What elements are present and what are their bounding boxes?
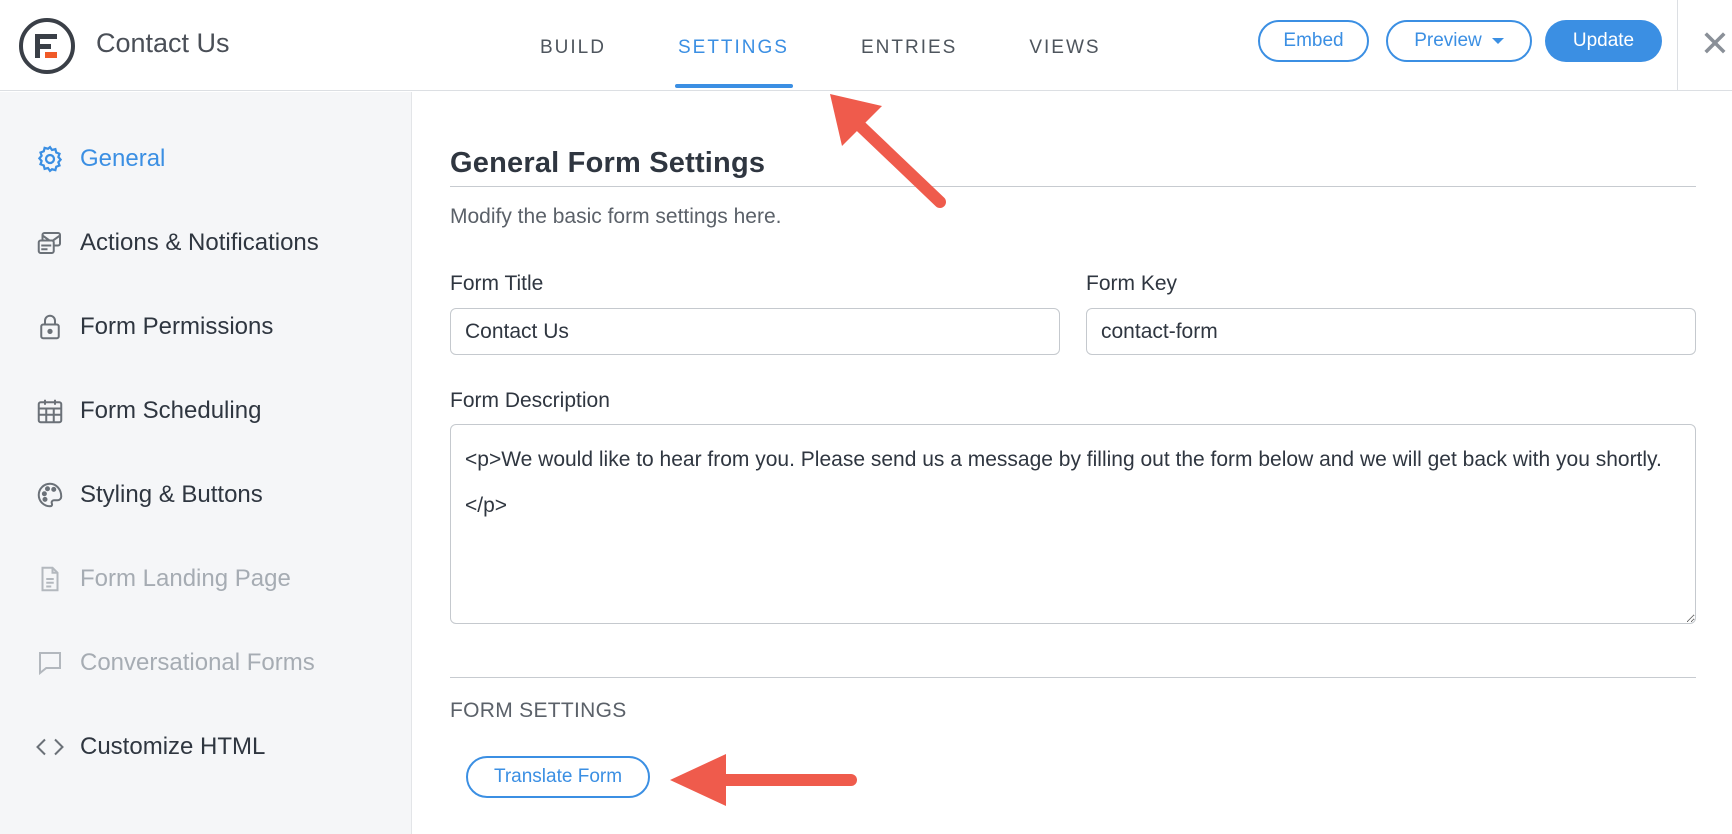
title-divider (450, 186, 1696, 187)
chat-bubble-icon (34, 647, 66, 679)
lock-icon (34, 311, 66, 343)
page-title: General Form Settings (450, 147, 766, 179)
form-name-title: Contact Us (96, 28, 230, 58)
sidebar-item-label: Form Permissions (80, 313, 274, 340)
sidebar-item-actions-notifications[interactable]: Actions & Notifications (34, 223, 319, 263)
sidebar-item-label: Styling & Buttons (80, 481, 263, 508)
form-title-label: Form Title (450, 272, 544, 295)
sidebar-item-label: Conversational Forms (80, 649, 315, 676)
palette-icon (34, 479, 66, 511)
tab-settings[interactable]: SETTINGS (674, 0, 794, 91)
tab-views[interactable]: VIEWS (1029, 0, 1100, 91)
form-title-input[interactable] (450, 308, 1060, 355)
settings-sidebar: General Actions & Notifications Form Per… (0, 92, 412, 834)
close-icon[interactable]: ✕ (1698, 24, 1732, 64)
sidebar-item-label: Actions & Notifications (80, 229, 319, 256)
gear-icon (34, 143, 66, 175)
section-divider (450, 677, 1696, 678)
tab-entries[interactable]: ENTRIES (861, 0, 957, 91)
code-icon (34, 731, 66, 763)
form-description-textarea[interactable]: <p>We would like to hear from you. Pleas… (450, 424, 1696, 624)
update-button[interactable]: Update (1545, 20, 1662, 62)
form-key-label: Form Key (1086, 272, 1178, 295)
translate-form-button[interactable]: Translate Form (466, 756, 650, 798)
sidebar-item-form-landing-page[interactable]: Form Landing Page (34, 559, 291, 599)
preview-button-label: Preview (1414, 30, 1482, 51)
settings-main-panel: General Form Settings Modify the basic f… (412, 92, 1732, 834)
page-description: Modify the basic form settings here. (450, 205, 782, 228)
form-settings-section-title: FORM SETTINGS (450, 699, 627, 722)
document-icon (34, 563, 66, 595)
header-divider (1677, 0, 1678, 91)
sidebar-item-conversational-forms[interactable]: Conversational Forms (34, 643, 315, 683)
sidebar-item-styling-buttons[interactable]: Styling & Buttons (34, 475, 263, 515)
sidebar-item-customize-html[interactable]: Customize HTML (34, 727, 265, 767)
preview-button[interactable]: Preview (1386, 20, 1532, 62)
main-tabs: BUILD SETTINGS ENTRIES VIEWS (540, 0, 1173, 91)
sidebar-item-label: Form Scheduling (80, 397, 262, 424)
form-description-label: Form Description (450, 389, 610, 412)
sidebar-item-label: Customize HTML (80, 733, 266, 760)
form-key-input[interactable] (1086, 308, 1696, 355)
sidebar-item-general[interactable]: General (34, 139, 165, 179)
embed-button[interactable]: Embed (1258, 20, 1369, 62)
tab-build[interactable]: BUILD (540, 0, 606, 91)
sidebar-item-label: Form Landing Page (80, 565, 291, 592)
calendar-icon (34, 395, 66, 427)
chevron-down-icon (1491, 38, 1504, 44)
formidable-logo-icon (35, 34, 57, 58)
notifications-icon (34, 227, 66, 259)
sidebar-item-form-permissions[interactable]: Form Permissions (34, 307, 273, 347)
top-bar: Contact Us BUILD SETTINGS ENTRIES VIEWS … (0, 0, 1732, 91)
sidebar-item-label: General (80, 145, 166, 172)
sidebar-item-form-scheduling[interactable]: Form Scheduling (34, 391, 261, 431)
app-logo[interactable] (19, 18, 75, 74)
